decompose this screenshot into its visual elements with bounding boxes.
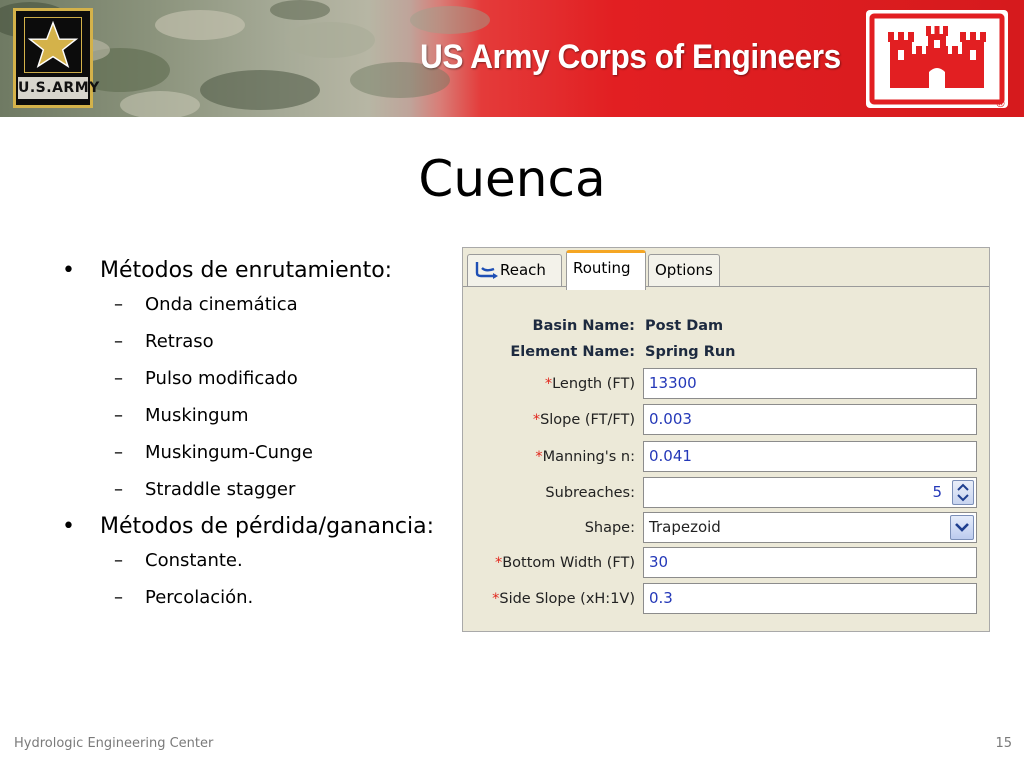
usace-castle-logo: ®	[866, 10, 1008, 110]
basin-name-value: Post Dam	[645, 318, 724, 334]
shape-selected-value: Trapezoid	[649, 518, 721, 536]
slope-label: *Slope (FT/FT)	[533, 406, 635, 434]
length-row: *Length (FT) 13300	[463, 368, 989, 399]
basin-name-label: Basin Name:	[532, 318, 635, 334]
spin-arrows-icon	[957, 483, 969, 502]
corps-title: US Army Corps of Engineers	[420, 38, 841, 76]
list-item: Muskingum-Cunge	[60, 434, 460, 471]
list-item: Muskingum	[60, 397, 460, 434]
required-marker: *	[532, 412, 541, 428]
routing-tab-panel: Basin Name: Post Dam Element Name: Sprin…	[463, 286, 989, 631]
element-name-value: Spring Run	[645, 344, 736, 360]
footer-organization: Hydrologic Engineering Center	[14, 736, 214, 751]
shape-row: Shape: Trapezoid	[463, 512, 989, 543]
list-item: Retraso	[60, 323, 460, 360]
list-item: Onda cinemática	[60, 286, 460, 323]
subreaches-spin-buttons[interactable]	[952, 480, 974, 505]
slope-input[interactable]: 0.003	[643, 404, 977, 435]
us-army-logo: U.S.ARMY	[13, 8, 99, 108]
castle-icon	[869, 13, 1005, 105]
bullet-list: Métodos de enrutamiento: Onda cinemática…	[60, 256, 460, 620]
required-marker: *	[535, 449, 543, 465]
element-name-row: Element Name: Spring Run	[463, 338, 989, 366]
list-item: Pulso modificado	[60, 360, 460, 397]
header-banner: U.S.ARMY US Army Corps of Engineers ®	[0, 0, 1024, 117]
side-slope-row: *Side Slope (xH:1V) 0.3	[463, 583, 989, 614]
shape-dropdown-button[interactable]	[950, 515, 974, 540]
slide-title: Cuenca	[418, 150, 606, 208]
slope-row: *Slope (FT/FT) 0.003	[463, 404, 989, 435]
reach-component-editor: Reach Routing Options Basin Name: Post D…	[462, 247, 990, 632]
tab-reach-label: Reach	[500, 261, 546, 279]
shape-label: Shape:	[584, 520, 635, 536]
tab-routing-label: Routing	[573, 259, 631, 277]
bottom-width-input[interactable]: 30	[643, 547, 977, 578]
element-name-label: Element Name:	[510, 344, 635, 360]
manning-label-text: Manning's n:	[542, 449, 635, 465]
list-item: Constante.	[60, 542, 460, 579]
reach-icon	[475, 262, 498, 279]
list-item: Straddle stagger	[60, 471, 460, 508]
bullet-routing-methods: Métodos de enrutamiento:	[60, 256, 460, 286]
side-slope-label: *Side Slope (xH:1V)	[492, 585, 635, 613]
subreaches-spinner[interactable]: 5	[643, 477, 977, 508]
side-slope-label-text: Side Slope (xH:1V)	[499, 591, 635, 607]
slope-label-text: Slope (FT/FT)	[540, 412, 635, 428]
subreaches-row: Subreaches: 5	[463, 477, 989, 508]
subreaches-value: 5	[932, 483, 942, 501]
chevron-down-icon	[955, 523, 969, 532]
registered-mark: ®	[995, 97, 1006, 110]
tab-routing[interactable]: Routing	[566, 250, 646, 290]
army-star-icon	[24, 17, 82, 73]
army-logo-text: U.S.ARMY	[18, 77, 99, 99]
routing-methods-sublist: Onda cinemática Retraso Pulso modificado…	[60, 286, 460, 508]
length-input[interactable]: 13300	[643, 368, 977, 399]
bullet-loss-gain-methods: Métodos de pérdida/ganancia:	[60, 512, 460, 542]
subreaches-label: Subreaches:	[545, 485, 635, 501]
manning-input[interactable]: 0.041	[643, 441, 977, 472]
length-label-text: Length (FT)	[552, 376, 635, 392]
list-item: Percolación.	[60, 579, 460, 616]
manning-row: *Manning's n: 0.041	[463, 441, 989, 472]
bottom-width-row: *Bottom Width (FT) 30	[463, 547, 989, 578]
tab-reach[interactable]: Reach	[467, 254, 562, 288]
page-number: 15	[995, 736, 1012, 751]
bottom-width-label-text: Bottom Width (FT)	[502, 555, 635, 571]
basin-name-row: Basin Name: Post Dam	[463, 312, 989, 340]
shape-select[interactable]: Trapezoid	[643, 512, 977, 543]
loss-gain-methods-sublist: Constante. Percolación.	[60, 542, 460, 616]
tab-options[interactable]: Options	[648, 254, 720, 288]
side-slope-input[interactable]: 0.3	[643, 583, 977, 614]
length-label: *Length (FT)	[545, 370, 635, 398]
tab-options-label: Options	[655, 261, 713, 279]
bottom-width-label: *Bottom Width (FT)	[495, 549, 635, 577]
manning-label: *Manning's n:	[535, 443, 635, 471]
